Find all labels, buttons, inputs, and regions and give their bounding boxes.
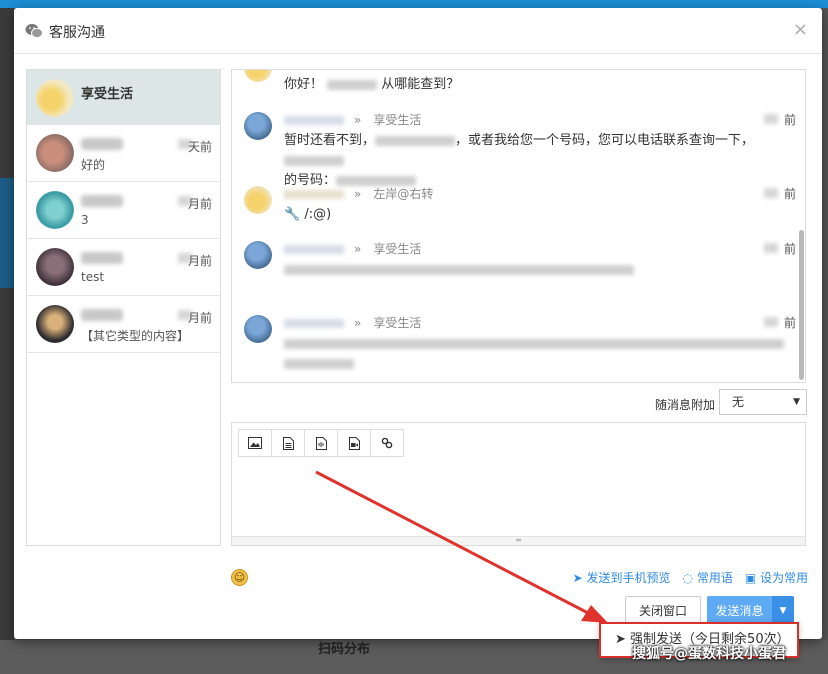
annotation-arrow: [315, 470, 608, 623]
watermark: 搜狐号@蛋数科技小蛋君: [632, 646, 786, 662]
